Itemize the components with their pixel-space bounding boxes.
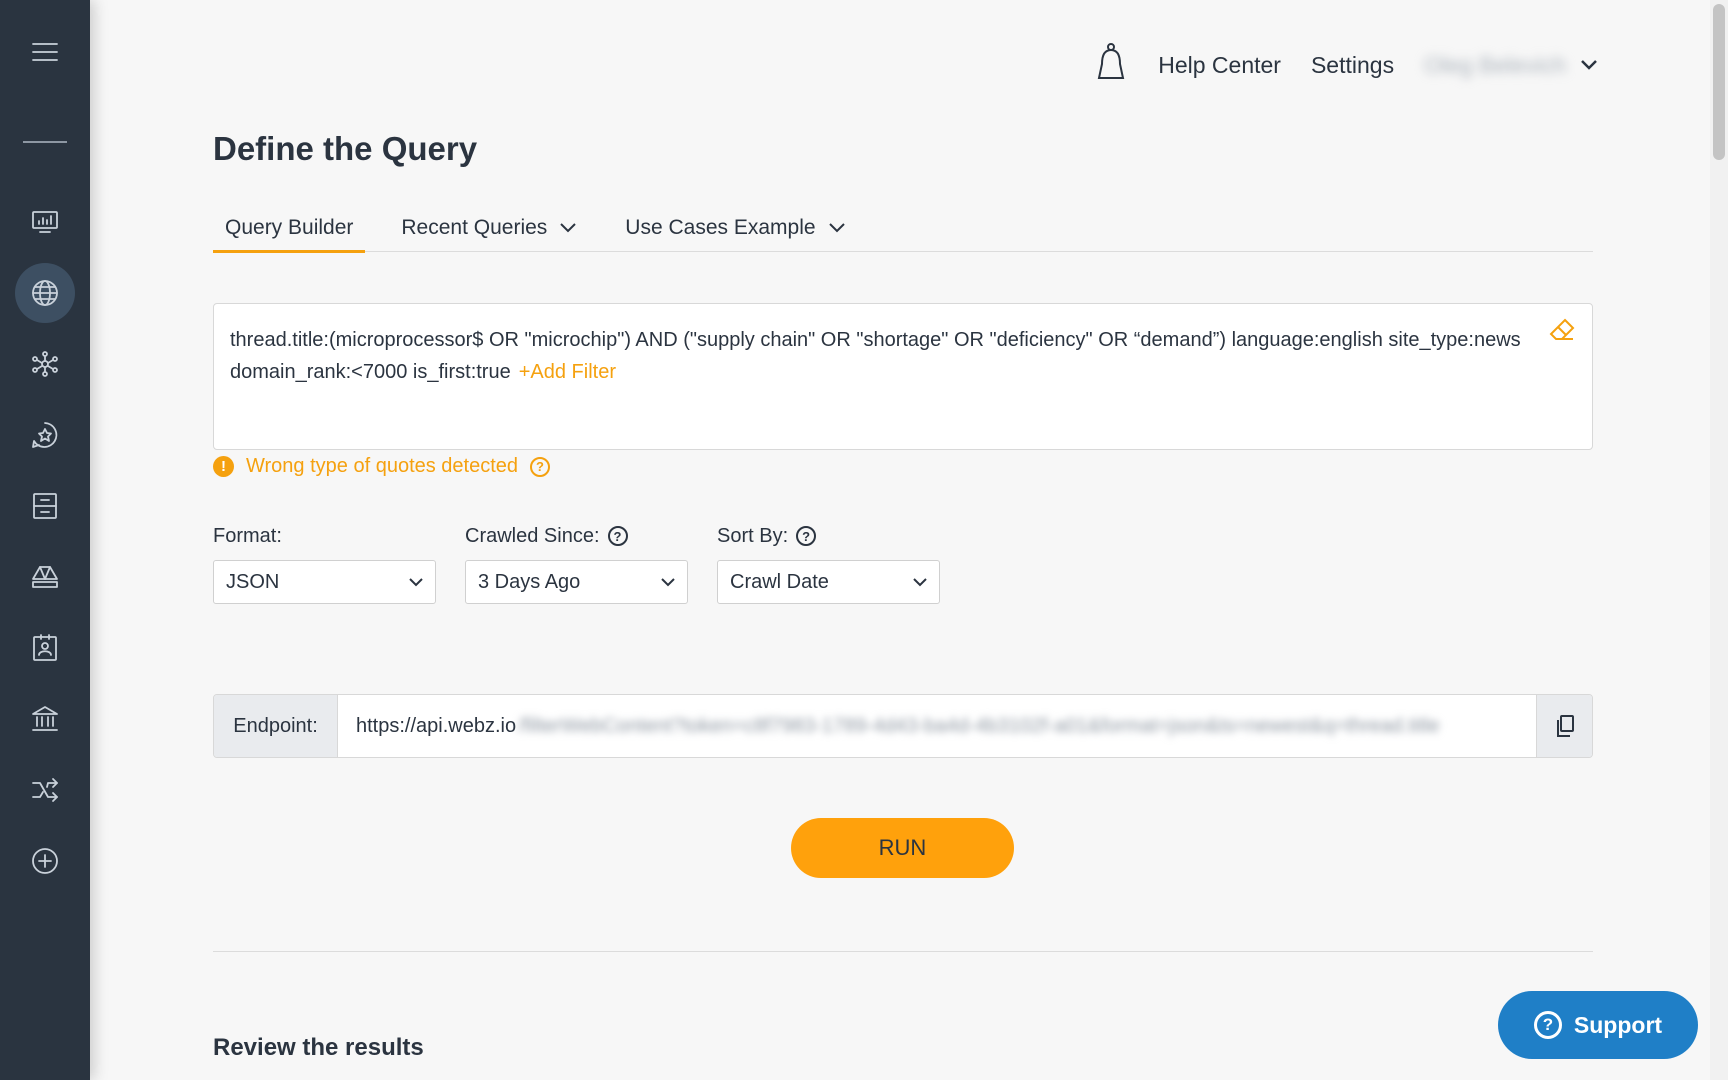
warning-icon: ! (213, 456, 234, 477)
id-card-icon[interactable] (15, 618, 75, 678)
top-bar: Help Center Settings Oleg Belevich (1094, 40, 1598, 90)
menu-icon[interactable] (15, 22, 75, 82)
scrollbar-thumb[interactable] (1713, 4, 1725, 160)
help-icon[interactable]: ? (796, 526, 817, 546)
star-badge-icon[interactable] (15, 405, 75, 465)
help-icon[interactable]: ? (530, 456, 551, 477)
tab-label: Use Cases Example (625, 216, 816, 239)
tab-recent-queries[interactable]: Recent Queries (389, 204, 589, 252)
format-select[interactable]: JSON (213, 560, 436, 604)
chevron-down-icon (913, 577, 927, 586)
sort-by-label: Sort By: (717, 524, 789, 547)
endpoint-bar: Endpoint: https://api.webz.io/filterWebC… (213, 694, 1593, 758)
user-menu[interactable]: Oleg Belevich (1424, 52, 1598, 79)
section-divider (213, 951, 1593, 952)
crawled-since-value: 3 Days Ago (478, 570, 581, 593)
crawled-since-select[interactable]: 3 Days Ago (465, 560, 688, 604)
user-name: Oleg Belevich (1424, 51, 1566, 78)
scrollbar[interactable] (1710, 0, 1728, 1080)
diamond-icon[interactable] (15, 547, 75, 607)
sort-by-field: Sort By: ? Crawl Date (717, 522, 940, 604)
page-title: Define the Query (213, 130, 478, 167)
chevron-down-icon (661, 577, 675, 586)
tab-label: Query Builder (225, 216, 354, 239)
review-results-title: Review the results (213, 1034, 424, 1061)
notification-bell-icon[interactable] (1094, 42, 1128, 89)
query-tabs: Query Builder Recent Queries Use Cases E… (213, 204, 1593, 253)
endpoint-url[interactable]: https://api.webz.io/filterWebContent?tok… (338, 695, 1536, 757)
support-button[interactable]: ? Support (1498, 991, 1698, 1059)
support-label: Support (1573, 1011, 1663, 1038)
copy-icon (1556, 715, 1574, 737)
quote-warning: ! Wrong type of quotes detected ? (213, 455, 551, 478)
help-icon[interactable]: ? (607, 526, 628, 546)
network-icon[interactable] (15, 334, 75, 394)
sort-by-select[interactable]: Crawl Date (717, 560, 940, 604)
chevron-down-icon (560, 223, 577, 233)
chevron-down-icon (1581, 60, 1597, 70)
format-value: JSON (226, 570, 280, 593)
archive-icon[interactable] (15, 476, 75, 536)
run-button[interactable]: RUN (791, 818, 1014, 878)
globe-icon[interactable] (15, 263, 75, 323)
query-text: thread.title:(microprocessor$ OR "microc… (230, 329, 1521, 383)
query-input[interactable]: thread.title:(microprocessor$ OR "microc… (213, 303, 1593, 450)
format-field: Format: JSON (213, 522, 436, 604)
sidebar (0, 0, 90, 1080)
sort-by-value: Crawl Date (730, 570, 829, 593)
sidebar-divider (23, 141, 67, 143)
tab-label: Recent Queries (401, 216, 548, 239)
warning-text: Wrong type of quotes detected (246, 455, 519, 477)
help-center-link[interactable]: Help Center (1158, 52, 1281, 79)
dashboard-icon[interactable] (15, 192, 75, 252)
bank-icon[interactable] (15, 689, 75, 749)
chevron-down-icon (828, 223, 845, 233)
help-icon: ? (1533, 1011, 1562, 1039)
crawled-since-label: Crawled Since: (465, 524, 600, 547)
copy-button[interactable] (1536, 695, 1592, 757)
settings-link[interactable]: Settings (1311, 52, 1394, 79)
crawled-since-field: Crawled Since: ? 3 Days Ago (465, 522, 688, 604)
eraser-icon[interactable] (1548, 316, 1576, 344)
tab-use-cases-example[interactable]: Use Cases Example (613, 204, 857, 252)
add-filter-link[interactable]: +Add Filter (519, 361, 616, 383)
add-icon[interactable] (15, 831, 75, 891)
shuffle-icon[interactable] (15, 760, 75, 820)
tab-query-builder[interactable]: Query Builder (213, 204, 366, 253)
format-label: Format: (213, 524, 282, 547)
chevron-down-icon (409, 577, 423, 586)
endpoint-label: Endpoint: (214, 695, 338, 757)
endpoint-url-blurred: /filterWebContent?token=c8f7983-1789-4d4… (518, 714, 1440, 737)
endpoint-url-visible: https://api.webz.io (356, 714, 517, 737)
